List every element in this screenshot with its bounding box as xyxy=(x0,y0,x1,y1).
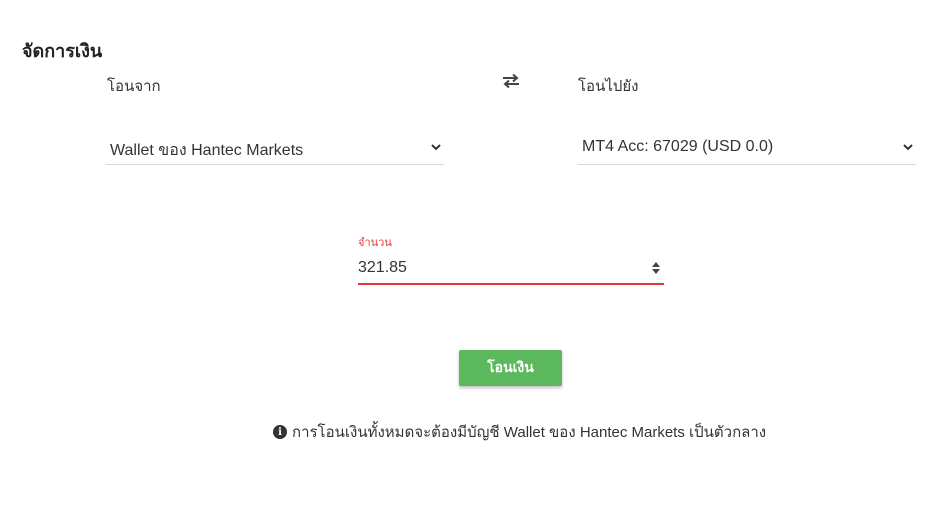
transfer-button[interactable]: โอนเงิน xyxy=(459,350,562,386)
to-label: โอนไปยัง xyxy=(578,78,639,95)
amount-label: จำนวน xyxy=(358,237,392,249)
swap-arrows-icon[interactable] xyxy=(502,73,520,89)
amount-field xyxy=(358,252,664,285)
amount-input[interactable] xyxy=(358,256,638,280)
to-account-select[interactable]: MT4 Acc: 67029 (USD 0.0) xyxy=(578,130,916,165)
from-account-value: Wallet ของ Hantec Markets xyxy=(110,142,304,159)
from-label: โอนจาก xyxy=(107,78,161,95)
info-icon: i xyxy=(273,425,287,439)
chevron-down-icon xyxy=(902,140,914,152)
from-account-select[interactable]: Wallet ของ Hantec Markets xyxy=(106,130,444,165)
transfer-note: i การโอนเงินทั้งหมดจะต้องมีบัญชี Wallet … xyxy=(273,420,766,444)
note-text: การโอนเงินทั้งหมดจะต้องมีบัญชี Wallet ขอ… xyxy=(292,424,767,441)
number-spinner-icon[interactable] xyxy=(651,260,661,276)
chevron-down-icon xyxy=(430,140,442,152)
page-title: จัดการเงิน xyxy=(22,41,103,61)
to-account-value: MT4 Acc: 67029 (USD 0.0) xyxy=(582,138,774,155)
